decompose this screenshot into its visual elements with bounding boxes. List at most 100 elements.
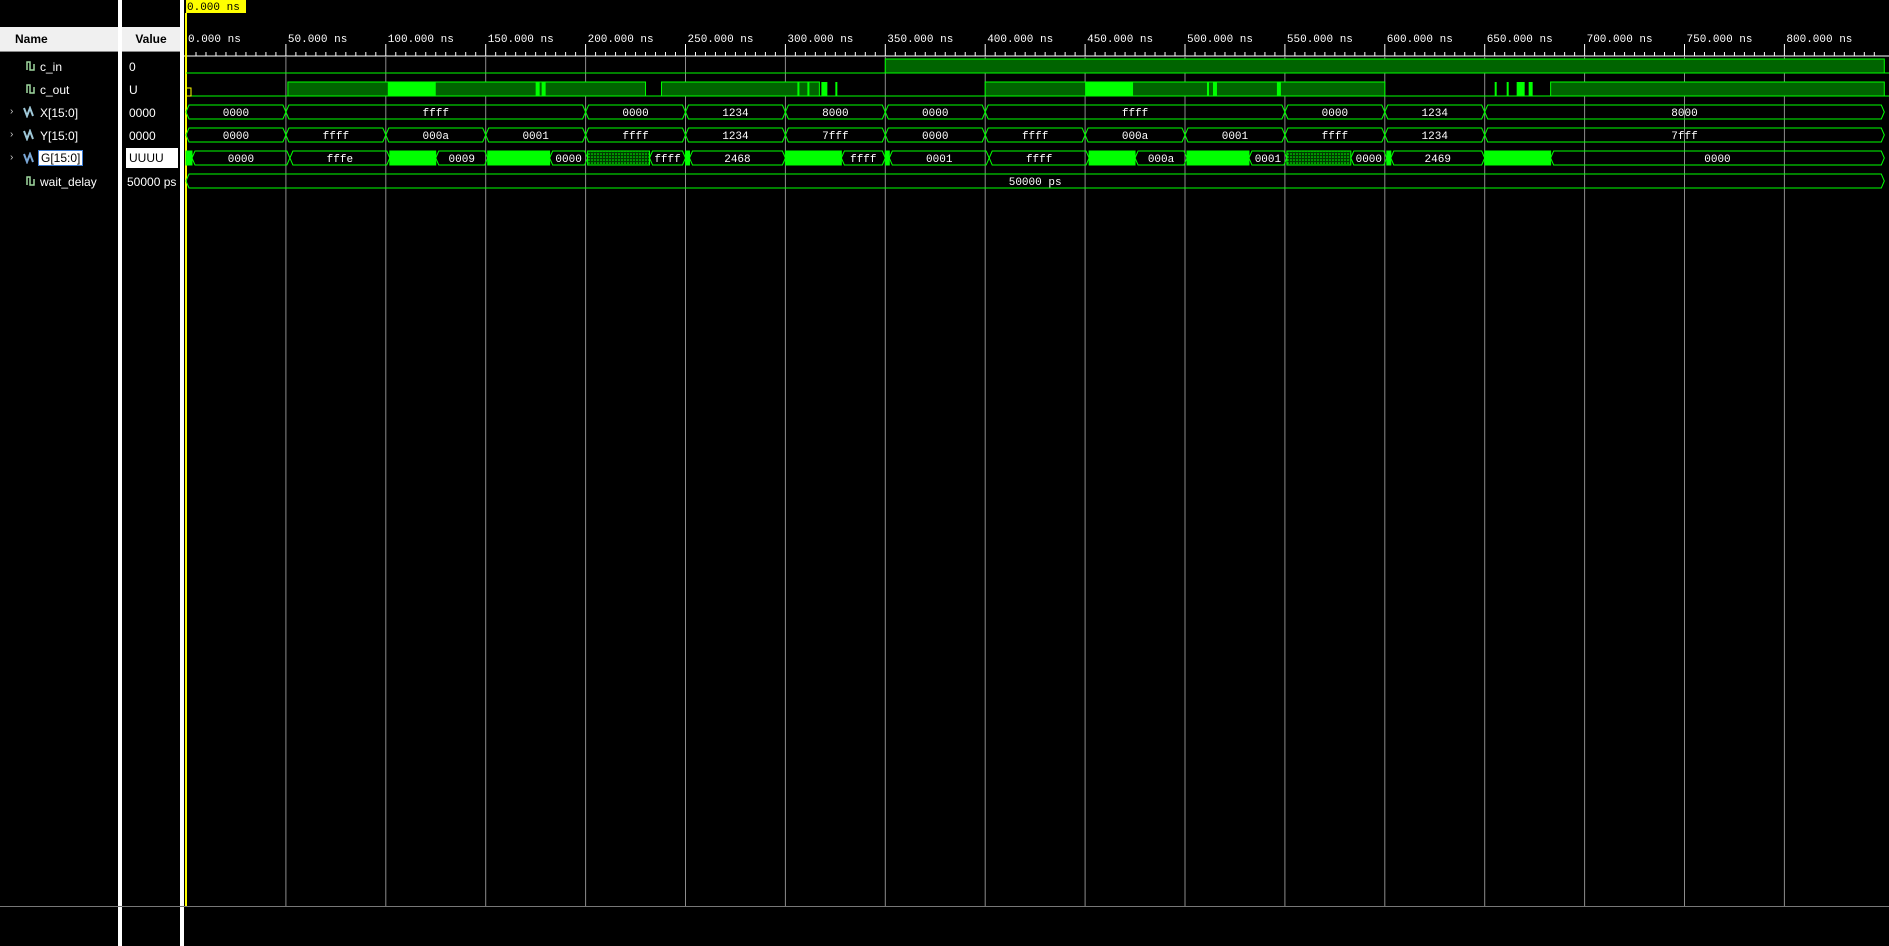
time-tick-label: 650.000 ns xyxy=(1487,34,1553,46)
x-bus-value: 0000 xyxy=(223,108,249,120)
g-bus-block xyxy=(389,150,437,166)
g-bus-value: ffff xyxy=(850,154,876,166)
x-bus-value: ffff xyxy=(1122,108,1148,120)
time-tick-label: 50.000 ns xyxy=(288,34,347,46)
signal-value: 0000 xyxy=(129,129,156,143)
time-tick-label: 200.000 ns xyxy=(588,34,654,46)
y-bus-value: ffff xyxy=(1322,131,1348,143)
waveform-canvas[interactable]: 0.000 ns 50.000 ns 100.000 ns 150.000 ns 200… xyxy=(184,0,1889,946)
c-out-high-pulse xyxy=(1550,81,1885,97)
time-tick-label: 550.000 ns xyxy=(1287,34,1353,46)
c-out-glitch xyxy=(1206,82,1209,96)
cursor-time-label: 0.000 ns xyxy=(187,2,240,14)
x-bus-value: 0000 xyxy=(922,108,948,120)
c-out-glitch xyxy=(821,82,828,96)
g-bus-block xyxy=(487,150,551,166)
signal-name: X[15:0] xyxy=(40,106,79,120)
g-bus-block xyxy=(1186,150,1250,166)
time-tick-label: 700.000 ns xyxy=(1587,34,1653,46)
c-out-high-pulse xyxy=(984,81,1386,97)
g-bus-value: ffff xyxy=(1026,154,1052,166)
c-out-glitch xyxy=(835,82,838,96)
bus-signal-icon xyxy=(23,129,34,141)
c-out-glitch xyxy=(1276,82,1281,96)
chevron-right-icon[interactable]: › xyxy=(10,152,13,163)
time-tick-label: 350.000 ns xyxy=(887,34,953,46)
name-column-header[interactable]: Name xyxy=(0,27,118,52)
g-bus-value: ffff xyxy=(654,154,680,166)
signal-name: Y[15:0] xyxy=(40,129,79,143)
signal-value: 50000 ps xyxy=(127,175,177,189)
c-out-glitch xyxy=(1528,82,1533,96)
time-tick-label: 100.000 ns xyxy=(388,34,454,46)
x-bus-value: 8000 xyxy=(822,108,848,120)
signal-value: 0000 xyxy=(129,106,156,120)
c-out-glitch xyxy=(1506,82,1509,96)
c-out-glitch xyxy=(1212,82,1217,96)
time-tick-label: 250.000 ns xyxy=(688,34,754,46)
y-bus-value: 000a xyxy=(1122,131,1149,143)
signal-name: G[15:0] xyxy=(38,148,84,168)
y-bus-value: 1234 xyxy=(722,131,749,143)
g-bus-block xyxy=(185,150,193,166)
g-bus-block xyxy=(1088,150,1136,166)
chevron-right-icon[interactable]: › xyxy=(10,106,13,117)
g-bus-value: 0009 xyxy=(449,154,475,166)
g-bus-value: fffe xyxy=(327,154,353,166)
c-out-glitch xyxy=(1494,82,1497,96)
time-tick-label: 300.000 ns xyxy=(787,34,853,46)
g-bus-block xyxy=(685,150,690,166)
x-bus-value: 0000 xyxy=(1322,108,1348,120)
x-bus-value: 1234 xyxy=(722,108,749,120)
g-bus-block xyxy=(587,150,651,166)
bottom-divider xyxy=(0,906,1889,907)
signal-value: U xyxy=(129,83,138,97)
y-bus-value: 0000 xyxy=(922,131,948,143)
time-tick-label: 500.000 ns xyxy=(1187,34,1253,46)
signal-value: 0 xyxy=(129,60,136,74)
value-column-header[interactable]: Value xyxy=(122,27,180,52)
c-out-glitch xyxy=(1516,82,1525,96)
g-bus-block xyxy=(884,150,890,166)
g-bus-value: 0001 xyxy=(1255,154,1282,166)
y-bus-value: 0001 xyxy=(522,131,549,143)
y-bus-value: ffff xyxy=(323,131,349,143)
time-tick-label: 450.000 ns xyxy=(1087,34,1153,46)
time-tick-label: 400.000 ns xyxy=(987,34,1053,46)
g-bus-value: 0000 xyxy=(555,154,581,166)
g-bus-block xyxy=(1286,150,1352,166)
x-bus-value: 8000 xyxy=(1671,108,1697,120)
time-tick-label: 600.000 ns xyxy=(1387,34,1453,46)
y-bus-value: 1234 xyxy=(1422,131,1449,143)
c-out-glitch xyxy=(541,82,546,96)
signal-name: wait_delay xyxy=(40,175,97,189)
c-out-glitch xyxy=(807,82,810,96)
bit-signal-icon xyxy=(26,61,35,71)
chevron-right-icon[interactable]: › xyxy=(10,129,13,140)
bit-signal-icon xyxy=(26,176,35,186)
g-bus-block xyxy=(1386,150,1392,166)
c-out-high-pulse xyxy=(661,81,820,97)
y-bus-value: 7fff xyxy=(822,131,848,143)
x-bus-value: 1234 xyxy=(1422,108,1449,120)
y-bus-value: 0000 xyxy=(223,131,249,143)
g-bus-value: 2468 xyxy=(724,154,750,166)
y-bus-value: 7fff xyxy=(1671,131,1697,143)
c-out-high-pulse xyxy=(287,81,647,97)
c-out-glitch xyxy=(535,82,540,96)
c-out-glitch xyxy=(797,82,800,96)
time-tick-label: 150.000 ns xyxy=(488,34,554,46)
g-bus-value: 2469 xyxy=(1425,154,1451,166)
signal-value: UUUU xyxy=(126,148,178,168)
signal-name: c_in xyxy=(40,60,63,74)
g-bus-block xyxy=(784,150,842,166)
y-bus-value: ffff xyxy=(622,131,648,143)
y-bus-value: ffff xyxy=(1022,131,1048,143)
wait-delay-bus-value: 50000 ps xyxy=(1009,177,1062,189)
signal-name: c_out xyxy=(40,83,70,97)
time-tick-label: 800.000 ns xyxy=(1786,34,1852,46)
g-bus-block xyxy=(1484,150,1552,166)
c-out-glitch xyxy=(387,82,436,96)
bus-signal-icon xyxy=(23,152,34,164)
x-bus-value: ffff xyxy=(423,108,449,120)
